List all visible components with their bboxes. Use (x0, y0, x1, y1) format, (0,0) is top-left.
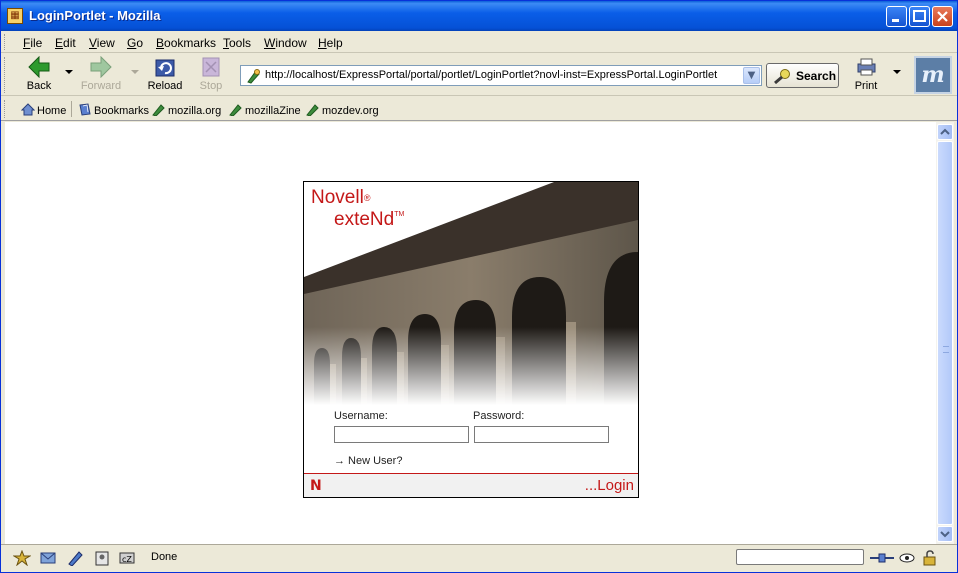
mail-icon[interactable] (39, 550, 57, 566)
back-arrow-icon (28, 56, 50, 78)
url-bar[interactable]: http://localhost/ExpressPortal/portal/po… (240, 65, 762, 86)
login-portlet: Novell® exteNdTM Username: Password: → N… (303, 181, 639, 498)
menu-window[interactable]: Window (264, 36, 307, 50)
menu-bar: File Edit View Go Bookmarks Tools Window… (1, 31, 957, 53)
bookmark-link-icon (229, 104, 242, 116)
thumb-grip (943, 346, 949, 353)
username-input[interactable] (334, 426, 469, 443)
chatzilla-icon[interactable]: cZ (118, 550, 136, 566)
print-dropdown[interactable] (893, 70, 901, 74)
bookmark-link-mozdev-org[interactable]: mozdev.org (306, 103, 379, 117)
forward-arrow-icon (90, 56, 112, 78)
home-icon (21, 103, 35, 116)
browser-window: ▦ LoginPortlet - Mozilla File Edit View … (0, 0, 958, 573)
composer-icon[interactable] (67, 550, 85, 566)
forward-history-dropdown[interactable] (131, 70, 139, 74)
close-icon (937, 11, 948, 22)
password-label: Password: (473, 410, 525, 422)
vertical-scrollbar[interactable] (936, 122, 954, 544)
menu-edit[interactable]: Edit (55, 36, 76, 50)
bookmark-link-icon (306, 104, 319, 116)
username-label: Username: (334, 410, 388, 422)
menu-view[interactable]: View (89, 36, 115, 50)
stop-button[interactable]: Stop (196, 56, 226, 92)
search-icon (774, 69, 790, 84)
online-status-icon[interactable] (869, 550, 895, 566)
stop-icon (202, 57, 220, 77)
menubar-grip[interactable] (4, 34, 7, 50)
minimize-button[interactable] (886, 6, 907, 27)
scroll-up-button[interactable] (937, 124, 953, 140)
maximize-button[interactable] (909, 6, 930, 27)
new-user-link[interactable]: → New User? (334, 455, 402, 467)
svg-text:cZ: cZ (122, 555, 132, 564)
url-input[interactable]: http://localhost/ExpressPortal/portal/po… (265, 69, 717, 81)
page-content: Novell® exteNdTM Username: Password: → N… (5, 122, 936, 544)
menu-help[interactable]: Help (318, 36, 343, 50)
back-button[interactable]: Back (21, 56, 57, 92)
search-button[interactable]: Search (766, 63, 839, 88)
scroll-thumb[interactable] (937, 141, 953, 525)
bookmarks-icon (79, 103, 91, 116)
portlet-footer: N ...Login (304, 473, 638, 497)
menu-bookmarks[interactable]: Bookmarks (156, 36, 216, 50)
extend-brand: exteNdTM (334, 209, 405, 230)
home-button[interactable]: Home (21, 103, 66, 117)
reload-button[interactable]: Reload (146, 56, 184, 92)
window-title: LoginPortlet - Mozilla (29, 8, 161, 23)
novell-n-logo: N (310, 478, 322, 494)
forward-button[interactable]: Forward (79, 56, 123, 92)
mozilla-app-icon[interactable]: ▦ (7, 8, 23, 24)
bookmark-link-mozillazine[interactable]: mozillaZine (229, 103, 301, 117)
page-proxy-icon (247, 69, 260, 84)
printer-icon (857, 58, 876, 76)
navbar-grip[interactable] (4, 57, 7, 93)
progress-meter (736, 549, 864, 565)
minimize-icon (892, 19, 899, 22)
title-bar[interactable]: ▦ LoginPortlet - Mozilla (1, 1, 957, 31)
security-lock-icon[interactable] (921, 550, 939, 566)
address-book-icon[interactable] (93, 550, 111, 566)
url-history-dropdown[interactable]: ▼ (743, 67, 760, 84)
chevron-up-icon (940, 128, 950, 135)
status-bar: cZ Done (1, 544, 957, 572)
scroll-down-button[interactable] (937, 526, 953, 542)
navigator-icon[interactable] (13, 550, 31, 566)
password-input[interactable] (474, 426, 609, 443)
bookmarks-button[interactable]: Bookmarks (78, 103, 149, 117)
maximize-icon (913, 10, 926, 22)
bookmark-link-mozilla-org[interactable]: mozilla.org (152, 103, 221, 117)
mozilla-logo-icon: m (921, 62, 945, 88)
menu-go[interactable]: Go (127, 36, 143, 50)
personal-toolbar-grip[interactable] (4, 100, 7, 118)
status-text: Done (151, 551, 178, 563)
chevron-down-icon (940, 531, 950, 538)
mozilla-throbber[interactable]: m (914, 56, 952, 94)
bookmark-link-icon (152, 104, 165, 116)
personal-toolbar: Home Bookmarks mozilla.org mozillaZine m… (1, 97, 957, 121)
close-button[interactable] (932, 6, 953, 27)
back-history-dropdown[interactable] (65, 70, 73, 74)
login-button[interactable]: ...Login (585, 477, 634, 494)
reload-icon (155, 59, 175, 77)
menu-tools[interactable]: Tools (223, 36, 251, 50)
navigation-toolbar: Back Forward Reload Stop http://localhos… (1, 54, 957, 96)
menu-file[interactable]: File (23, 36, 42, 50)
novell-brand: Novell® (311, 187, 371, 208)
toolbar-separator (71, 101, 72, 117)
privacy-eye-icon[interactable] (899, 550, 917, 566)
print-button[interactable]: Print (851, 56, 881, 92)
